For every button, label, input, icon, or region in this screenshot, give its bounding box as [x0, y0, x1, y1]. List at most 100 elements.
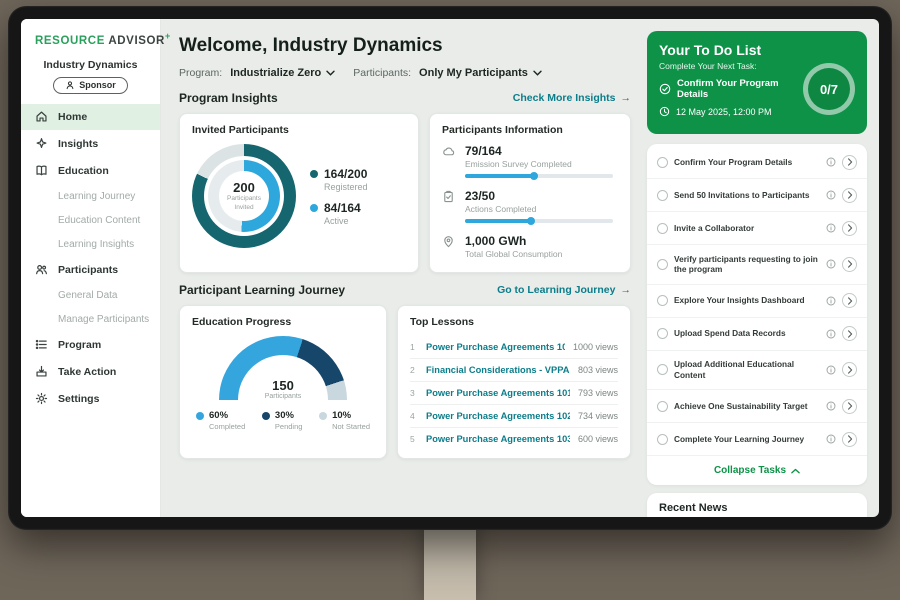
- check-more-insights-link[interactable]: Check More Insights →: [513, 92, 631, 104]
- todo-task-row[interactable]: Confirm Your Program Details: [647, 146, 867, 179]
- sidebar-item-education-content[interactable]: Education Content: [21, 209, 160, 232]
- task-checkbox[interactable]: [657, 401, 668, 412]
- task-open-button[interactable]: [842, 221, 857, 236]
- person-icon: [65, 80, 75, 90]
- info-icon[interactable]: [826, 329, 836, 339]
- lesson-title-link[interactable]: Financial Considerations - VPPAs: [426, 365, 570, 375]
- card-title: Participants Information: [442, 124, 618, 136]
- lesson-rank: 3: [410, 388, 418, 398]
- gauge-center-label: Participants: [219, 393, 347, 400]
- todo-task-row[interactable]: Send 50 Invitations to Participants: [647, 179, 867, 212]
- sidebar-item-manage-participants[interactable]: Manage Participants: [21, 308, 160, 331]
- stat-value: 79/164: [465, 144, 613, 158]
- lesson-rank: 4: [410, 411, 418, 421]
- next-task-label: Confirm Your Program Details: [677, 78, 807, 100]
- lesson-rank: 1: [410, 342, 418, 352]
- lesson-row[interactable]: 4 Power Purchase Agreements 102 734 view…: [410, 405, 618, 428]
- task-checkbox[interactable]: [657, 364, 668, 375]
- task-label: Upload Spend Data Records: [674, 328, 820, 339]
- sidebar-item-take-action[interactable]: Take Action: [21, 359, 160, 385]
- clock-icon: [659, 106, 670, 117]
- task-checkbox[interactable]: [657, 259, 668, 270]
- todo-task-row[interactable]: Verify participants requesting to join t…: [647, 245, 867, 285]
- task-open-button[interactable]: [842, 257, 857, 272]
- lesson-title-link[interactable]: Power Purchase Agreements 102: [426, 411, 570, 421]
- todo-task-row[interactable]: Explore Your Insights Dashboard: [647, 285, 867, 318]
- todo-panel: Your To Do List Complete Your Next Task:…: [643, 19, 879, 517]
- sidebar-item-learning-journey[interactable]: Learning Journey: [21, 185, 160, 208]
- task-open-button[interactable]: [842, 155, 857, 170]
- sidebar-nav: Home Insights Education Learning Journey: [21, 104, 160, 412]
- sidebar-item-insights[interactable]: Insights: [21, 131, 160, 157]
- legend-item-registered: 164/200 Registered: [310, 167, 368, 192]
- todo-task-row[interactable]: Upload Additional Educational Content: [647, 351, 867, 391]
- stat-label: Total Global Consumption: [465, 249, 562, 259]
- lesson-title-link[interactable]: Power Purchase Agreements 101: [426, 342, 565, 352]
- sidebar-item-settings[interactable]: Settings: [21, 386, 160, 412]
- task-open-button[interactable]: [842, 293, 857, 308]
- todo-task-row[interactable]: Invite a Collaborator: [647, 212, 867, 245]
- sidebar-item-learning-insights[interactable]: Learning Insights: [21, 233, 160, 256]
- program-insights-header: Program Insights Check More Insights →: [179, 91, 631, 105]
- collapse-tasks-button[interactable]: Collapse Tasks: [647, 456, 867, 483]
- task-open-button[interactable]: [842, 432, 857, 447]
- sidebar-item-participants[interactable]: Participants: [21, 257, 160, 283]
- task-open-button[interactable]: [842, 188, 857, 203]
- logo-text-secondary: ADVISOR: [108, 35, 165, 47]
- task-checkbox[interactable]: [657, 223, 668, 234]
- list-icon: [35, 338, 49, 352]
- info-icon[interactable]: [826, 259, 836, 269]
- lesson-row[interactable]: 5 Power Purchase Agreements 103 600 view…: [410, 428, 618, 450]
- info-icon[interactable]: [826, 365, 836, 375]
- lesson-rank: 2: [410, 365, 418, 375]
- todo-task-row[interactable]: Upload Spend Data Records: [647, 318, 867, 351]
- stat-label: Actions Completed: [465, 204, 613, 214]
- sidebar-item-program[interactable]: Program: [21, 332, 160, 358]
- lesson-views: 1000 views: [573, 342, 618, 352]
- task-checkbox[interactable]: [657, 295, 668, 306]
- legend-label: Registered: [324, 182, 368, 192]
- lesson-title-link[interactable]: Power Purchase Agreements 103: [426, 434, 570, 444]
- info-icon[interactable]: [826, 223, 836, 233]
- task-checkbox[interactable]: [657, 190, 668, 201]
- info-icon[interactable]: [826, 190, 836, 200]
- info-icon[interactable]: [826, 401, 836, 411]
- invited-participants-card: Invited Participants 200 Participants In…: [179, 113, 419, 273]
- lesson-row[interactable]: 3 Power Purchase Agreements 101 793 view…: [410, 382, 618, 405]
- task-open-button[interactable]: [842, 326, 857, 341]
- task-checkbox[interactable]: [657, 434, 668, 445]
- info-icon[interactable]: [826, 157, 836, 167]
- task-label: Explore Your Insights Dashboard: [674, 295, 820, 306]
- link-label: Check More Insights: [513, 92, 616, 104]
- lesson-row[interactable]: 2 Financial Considerations - VPPAs 803 v…: [410, 359, 618, 382]
- lesson-row[interactable]: 1 Power Purchase Agreements 101 1000 vie…: [410, 336, 618, 359]
- program-select[interactable]: Industrialize Zero: [230, 67, 335, 79]
- lesson-title-link[interactable]: Power Purchase Agreements 101: [426, 388, 570, 398]
- sidebar-item-education[interactable]: Education: [21, 158, 160, 184]
- donut-legend: 164/200 Registered 84/164 Active: [310, 158, 368, 235]
- learning-journey-header: Participant Learning Journey Go to Learn…: [179, 283, 631, 297]
- sidebar-item-label: Take Action: [58, 366, 116, 378]
- stat-global-consumption: 1,000 GWh Total Global Consumption: [442, 234, 618, 259]
- legend-item-completed: 60% Completed: [196, 410, 245, 431]
- next-task-row: Confirm Your Program Details: [659, 78, 807, 100]
- participants-select[interactable]: Only My Participants: [419, 67, 542, 79]
- task-checkbox[interactable]: [657, 328, 668, 339]
- task-checkbox[interactable]: [657, 157, 668, 168]
- check-circle-icon: [659, 83, 671, 95]
- sidebar-item-label: Participants: [58, 264, 118, 276]
- go-to-learning-journey-link[interactable]: Go to Learning Journey →: [497, 284, 631, 296]
- page-title: Welcome, Industry Dynamics: [179, 35, 631, 57]
- info-icon[interactable]: [826, 296, 836, 306]
- task-open-button[interactable]: [842, 362, 857, 377]
- todo-task-row[interactable]: Complete Your Learning Journey: [647, 423, 867, 456]
- sponsor-badge[interactable]: Sponsor: [53, 77, 128, 94]
- todo-task-row[interactable]: Achieve One Sustainability Target: [647, 390, 867, 423]
- due-date-label: 12 May 2025, 12:00 PM: [676, 107, 772, 117]
- task-open-button[interactable]: [842, 399, 857, 414]
- sidebar-item-general-data[interactable]: General Data: [21, 284, 160, 307]
- sidebar-item-home[interactable]: Home: [21, 104, 160, 130]
- info-icon[interactable]: [826, 434, 836, 444]
- home-icon: [35, 110, 49, 124]
- logo-text-primary: RESOURCE: [35, 35, 105, 47]
